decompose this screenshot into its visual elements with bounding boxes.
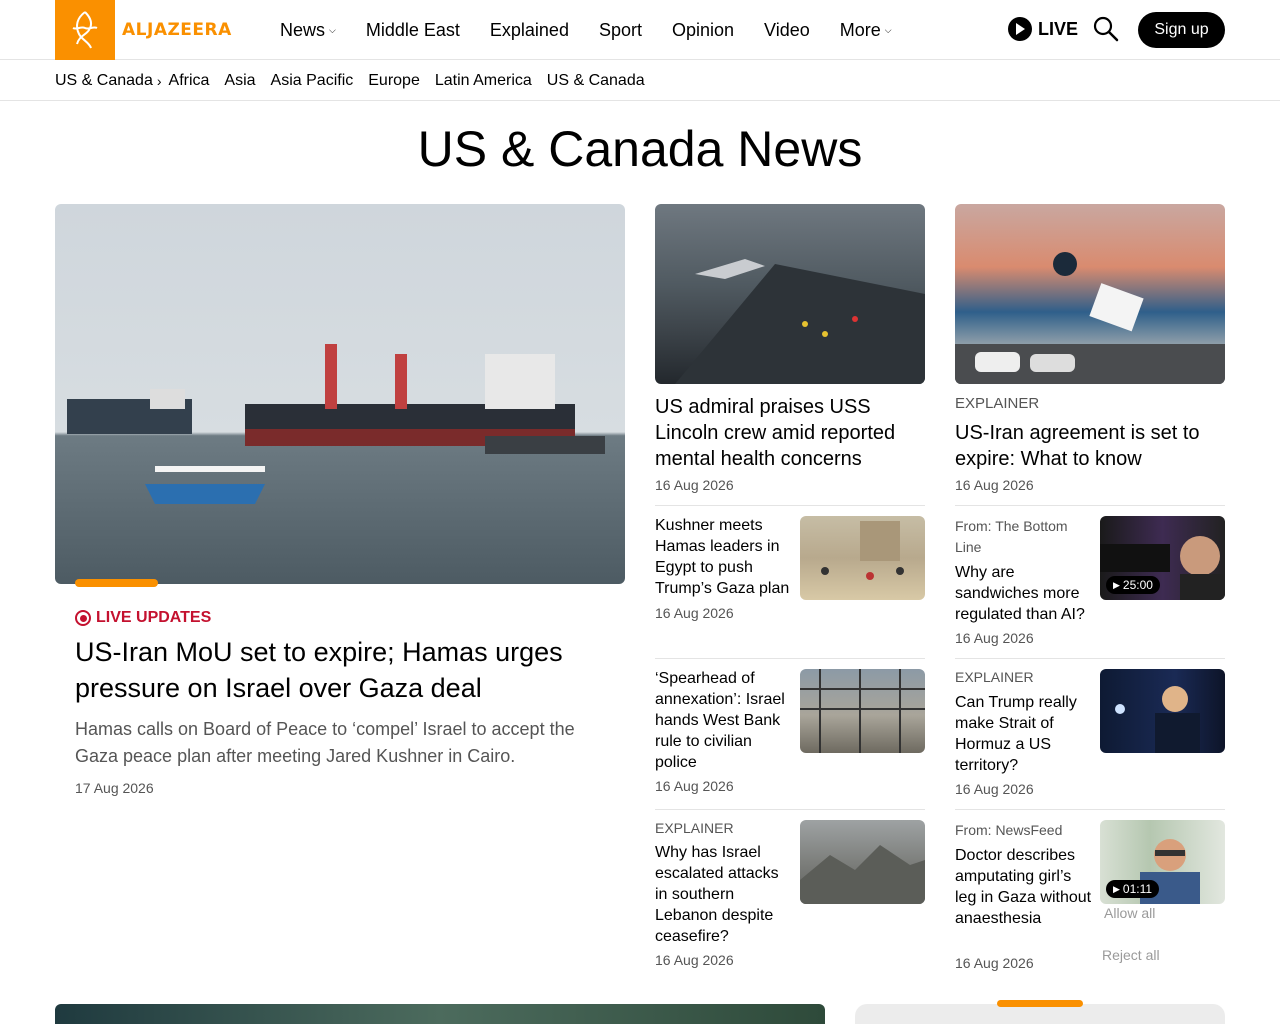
story-image-us-iran[interactable] <box>955 204 1225 384</box>
story-title-sandwiches[interactable]: Why are sandwiches more regulated than A… <box>955 562 1095 625</box>
story-date: 16 Aug 2026 <box>955 955 1034 971</box>
story-title-kushner[interactable]: Kushner meets Hamas leaders in Egypt to … <box>655 515 795 599</box>
nav-item-video[interactable]: Video <box>764 20 810 41</box>
story-date: 16 Aug 2026 <box>955 781 1034 797</box>
divider <box>955 809 1225 810</box>
subnav-item-africa[interactable]: Africa <box>169 72 210 90</box>
story-title-uss-lincoln[interactable]: US admiral praises USS Lincoln crew amid… <box>655 394 925 472</box>
allow-all-cookies-button[interactable]: Allow all <box>1104 905 1155 921</box>
play-icon: ▶ <box>1113 579 1120 590</box>
nav-item-sport[interactable]: Sport <box>599 20 642 41</box>
subnav-item-asia-pacific[interactable]: Asia Pacific <box>271 72 354 90</box>
story-date: 16 Aug 2026 <box>655 952 734 968</box>
divider <box>655 809 925 810</box>
breadcrumb[interactable]: US & Canada › <box>55 72 165 90</box>
story-kicker: EXPLAINER <box>955 669 1034 685</box>
featured-indicator <box>997 1000 1083 1007</box>
site-header: ALJAZEERA News ⌵ Middle East Explained Sp… <box>0 0 1280 60</box>
live-icon <box>75 610 91 626</box>
story-date: 16 Aug 2026 <box>655 778 734 794</box>
nav-label: Opinion <box>671 19 735 40</box>
region-subnav: US & Canada › Africa Asia Asia Pacific E… <box>0 61 1280 101</box>
story-date: 16 Aug 2026 <box>655 477 734 493</box>
nav-label: Middle East <box>365 19 460 40</box>
divider <box>655 505 925 506</box>
subnav-item-europe[interactable]: Europe <box>368 72 420 90</box>
story-title-lebanon[interactable]: Why has Israel escalated attacks in sout… <box>655 842 795 947</box>
chevron-right-icon: › <box>156 72 162 89</box>
featured-indicator <box>75 579 158 587</box>
nav-label: News <box>280 19 326 40</box>
divider <box>955 505 1225 506</box>
story-title-west-bank[interactable]: ‘Spearhead of annexation’: Israel hands … <box>655 668 795 773</box>
story-image-hormuz[interactable] <box>1100 669 1225 753</box>
search-icon[interactable] <box>1093 16 1119 42</box>
divider <box>655 658 925 659</box>
page-title: US & Canada News <box>417 121 863 177</box>
story-image-west-bank[interactable] <box>800 669 925 753</box>
logo-wordmark[interactable]: ALJAZEERA <box>122 20 232 40</box>
story-title-doctor[interactable]: Doctor describes amputating girl’s leg i… <box>955 845 1095 929</box>
nav-item-opinion[interactable]: Opinion <box>672 20 734 41</box>
subnav-item-us-canada[interactable]: US & Canada <box>547 72 645 90</box>
lead-story-date: 17 Aug 2026 <box>75 780 154 796</box>
nav-label: Video <box>764 19 810 40</box>
chevron-down-icon: ⌵ <box>884 24 892 35</box>
logo-icon[interactable] <box>55 0 115 60</box>
duration-text: 01:11 <box>1122 882 1153 896</box>
divider <box>955 658 1225 659</box>
live-button[interactable]: LIVE <box>1008 17 1078 41</box>
story-source: From: NewsFeed <box>955 822 1063 838</box>
story-image-lebanon[interactable] <box>800 820 925 904</box>
cookie-consent-panel <box>855 1004 1225 1024</box>
lead-story-title[interactable]: US-Iran MoU set to expire; Hamas urges p… <box>75 634 605 706</box>
main-nav: News ⌵ Middle East Explained Sport Opinio… <box>280 0 922 60</box>
story-date: 16 Aug 2026 <box>955 477 1034 493</box>
video-thumbnail-doctor[interactable]: ▶ 01:11 <box>1100 820 1225 904</box>
next-story-image[interactable] <box>55 1004 825 1024</box>
video-thumbnail-sandwiches[interactable]: ▶ 25:00 <box>1100 516 1225 600</box>
live-updates-text: LIVE UPDATES <box>96 609 212 626</box>
chevron-down-icon: ⌵ <box>329 24 336 35</box>
story-date: 16 Aug 2026 <box>655 605 734 621</box>
play-icon: ▶ <box>1113 883 1120 894</box>
story-title-hormuz[interactable]: Can Trump really make Strait of Hormuz a… <box>955 692 1095 776</box>
reject-all-cookies-button[interactable]: Reject all <box>1102 947 1160 963</box>
nav-item-news[interactable]: News ⌵ <box>280 20 336 41</box>
subnav-item-asia[interactable]: Asia <box>224 72 255 90</box>
live-label: LIVE <box>1038 18 1079 39</box>
breadcrumb-current: US & Canada <box>55 71 153 89</box>
lead-story-summary: Hamas calls on Board of Peace to ‘compel… <box>75 719 575 766</box>
nav-label: More <box>839 19 881 40</box>
story-image-kushner[interactable] <box>800 516 925 600</box>
story-source: From: The Bottom Line <box>955 518 1068 555</box>
nav-item-explained[interactable]: Explained <box>490 20 569 41</box>
subnav-item-latin-america[interactable]: Latin America <box>435 72 532 90</box>
video-duration: ▶ 25:00 <box>1106 576 1160 594</box>
nav-item-more[interactable]: More ⌵ <box>840 20 892 41</box>
duration-text: 25:00 <box>1122 578 1153 592</box>
story-kicker: EXPLAINER <box>655 820 734 836</box>
live-updates-label: LIVE UPDATES <box>75 609 211 627</box>
story-date: 16 Aug 2026 <box>955 630 1034 646</box>
lead-story-image[interactable] <box>55 204 625 584</box>
story-title-us-iran[interactable]: US-Iran agreement is set to expire: What… <box>955 420 1225 472</box>
nav-label: Explained <box>489 19 569 40</box>
nav-item-middle-east[interactable]: Middle East <box>366 20 460 41</box>
signup-button[interactable]: Sign up <box>1138 12 1225 48</box>
logo-emblem <box>72 11 98 49</box>
nav-label: Sport <box>598 19 642 40</box>
story-image-uss-lincoln[interactable] <box>655 204 925 384</box>
video-duration: ▶ 01:11 <box>1106 880 1160 898</box>
story-kicker: EXPLAINER <box>955 395 1040 412</box>
play-icon <box>1008 17 1032 41</box>
